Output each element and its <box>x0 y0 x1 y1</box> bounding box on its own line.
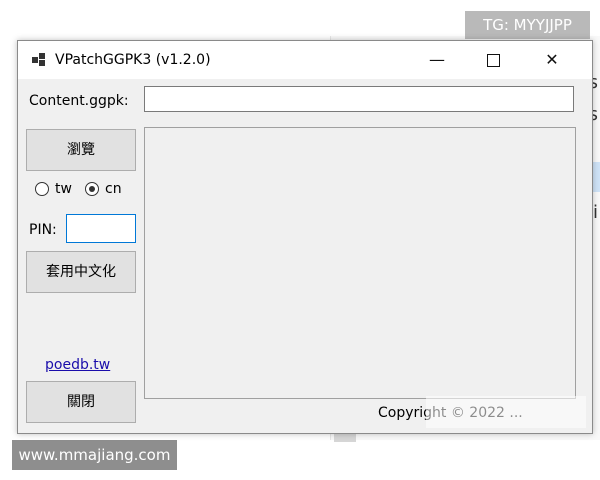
maximize-button[interactable] <box>467 41 519 79</box>
window-title: VPatchGGPK3 (v1.2.0) <box>55 52 211 68</box>
browse-button[interactable]: 瀏覽 <box>26 129 136 171</box>
content-path-label: Content.ggpk: <box>29 93 129 109</box>
pin-input[interactable] <box>66 214 136 243</box>
content-path-input[interactable] <box>144 86 574 112</box>
poedb-link[interactable]: poedb.tw <box>45 357 110 373</box>
maximize-icon <box>486 54 500 67</box>
minimize-button[interactable]: — <box>411 41 463 79</box>
radio-cn-label: cn <box>105 181 122 197</box>
pin-label: PIN: <box>29 222 57 238</box>
radio-tw-circle[interactable] <box>35 182 49 196</box>
watermark-overlay <box>426 396 586 428</box>
close-button[interactable]: 關閉 <box>26 381 136 423</box>
title-bar[interactable]: VPatchGGPK3 (v1.2.0) — ✕ <box>18 41 592 79</box>
radio-cn[interactable]: cn <box>85 181 122 197</box>
app-icon <box>32 53 46 67</box>
radio-tw-label: tw <box>55 181 72 197</box>
radio-tw[interactable]: tw <box>35 181 72 197</box>
watermark-label-top: TG: MYYJJPP <box>465 11 590 39</box>
radio-cn-circle[interactable] <box>85 182 99 196</box>
close-window-button[interactable]: ✕ <box>526 41 578 79</box>
app-window: VPatchGGPK3 (v1.2.0) — ✕ Content.ggpk: 瀏… <box>17 40 593 434</box>
log-output-area[interactable] <box>144 127 576 399</box>
watermark-label-bottom: www.mmajiang.com <box>12 440 177 470</box>
apply-translation-button[interactable]: 套用中文化 <box>26 251 136 293</box>
